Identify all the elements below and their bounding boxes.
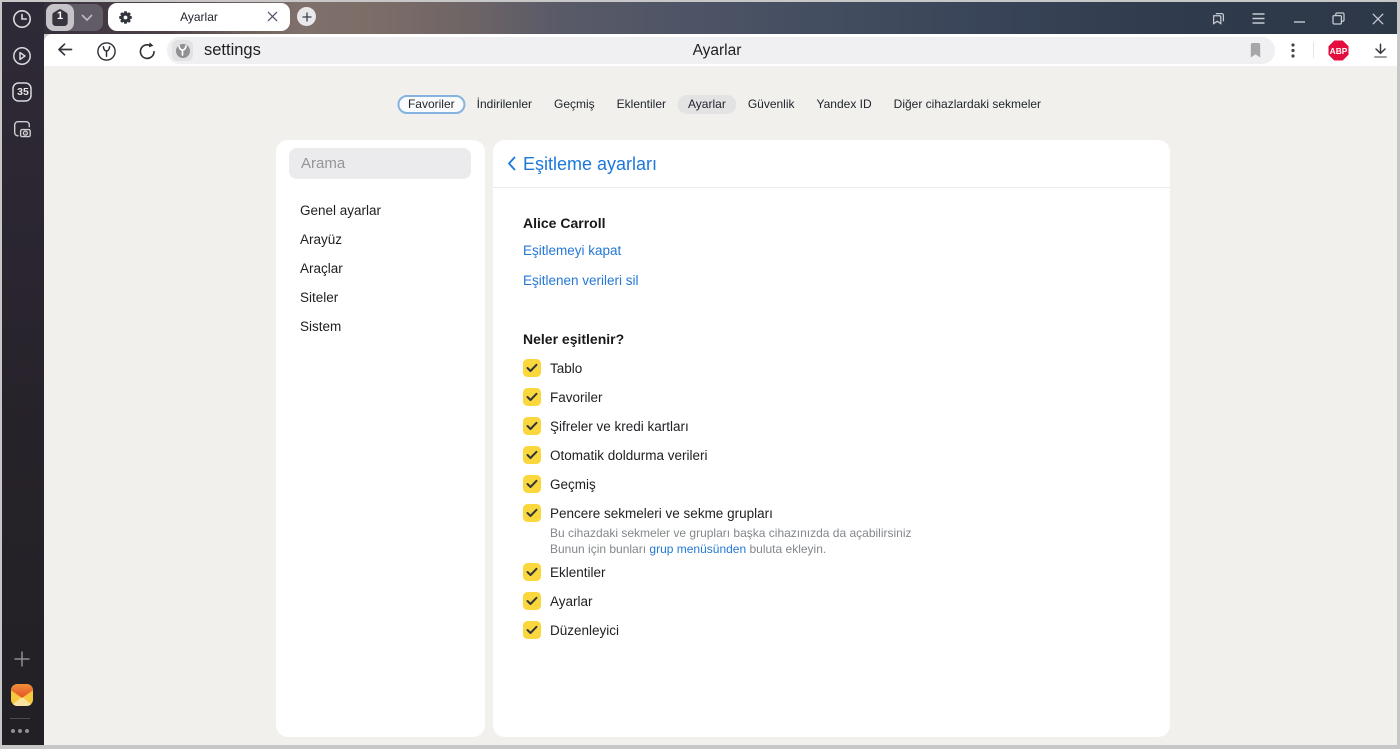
- svg-text:ABP: ABP: [1330, 46, 1348, 56]
